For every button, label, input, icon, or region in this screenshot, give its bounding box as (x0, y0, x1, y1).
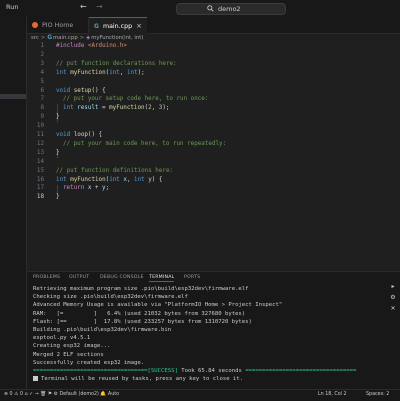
activity-bar (0, 17, 27, 389)
line-number: 8 (40, 105, 44, 112)
success-duration: Took 65.84 seconds (177, 367, 246, 374)
code-line: 2 (27, 51, 400, 60)
code-line: 6 void setup() { (27, 87, 400, 96)
line-number: 18 (36, 194, 44, 201)
terminal-line: Successfully created esp32 image. (33, 359, 145, 366)
terminal-line: RAM: [= ] 6.4% (used 21032 bytes from 32… (33, 310, 246, 317)
tab-label: main.cpp (102, 22, 133, 30)
close-icon[interactable]: × (136, 22, 142, 30)
line-number: 14 (36, 158, 44, 165)
line-number: 11 (36, 132, 44, 138)
code-editor[interactable]: 1 #include <Arduino.h> 2 3// put function… (27, 42, 400, 270)
success-tag: [SUCCESS] (147, 367, 178, 374)
code-line: 1 #include <Arduino.h> (27, 42, 400, 51)
code-line: 13} (27, 149, 400, 158)
terminal-line: Building .pio\build\esp32dev\firmware.bi… (33, 326, 172, 333)
square-icon (33, 376, 38, 382)
cpp-file-icon: G (47, 34, 53, 41)
cpp-file-icon: G (94, 22, 99, 30)
code-line: 16 int myFunction(int x, int y) { (27, 176, 400, 185)
bottom-panel: PROBLEMS OUTPUT DEBUG CONSOLE TERMINAL P… (27, 271, 400, 390)
terminal-line: Checking size .pio\build\esp32dev\firmwa… (33, 294, 188, 301)
search-icon (207, 5, 214, 12)
window-title: demo2 (218, 5, 241, 13)
command-center[interactable]: demo2 (176, 3, 286, 15)
line-number: 2 (40, 51, 44, 58)
code-line-current: 18} (27, 193, 400, 202)
terminal-line: Advanced Memory Usage is available via "… (33, 302, 283, 309)
status-left-items[interactable]: ⊗ 0 ⚠ 0 ⌂ ✓ → 🗑 ⚑ ⚙ Default (demo2) 🔔 Au… (4, 392, 119, 397)
terminal-line: esptool.py v4.5.1 (33, 335, 91, 342)
code-line: 3// put function declarations here: (27, 60, 400, 69)
breadcrumb: src > Gmain.cpp > ◈myFunction(int, int) (31, 33, 143, 42)
line-number: 13 (36, 149, 44, 156)
line-number: 17 (36, 185, 44, 192)
code-line: 5 (27, 78, 400, 87)
line-number: 1 (40, 43, 44, 49)
tab-label: PIO Home (42, 21, 74, 29)
terminal-line: Creating esp32 image... (33, 343, 111, 350)
tab-debug-console[interactable]: DEBUG CONSOLE (100, 275, 144, 280)
arrow-left-icon[interactable]: ← (80, 2, 87, 12)
panel-tabs: PROBLEMS OUTPUT DEBUG CONSOLE TERMINAL P… (27, 272, 400, 282)
status-cursor-position[interactable]: Ln 18, Col 2 (318, 392, 347, 397)
line-number: 3 (40, 60, 44, 67)
code-line: 14 (27, 158, 400, 167)
terminal-line: Retrieving maximum program size .pio\bui… (33, 286, 249, 292)
line-number: 9 (40, 114, 44, 121)
tab-main-cpp[interactable]: G main.cpp × (89, 17, 147, 34)
code-line: 10 (27, 122, 400, 131)
tab-terminal[interactable]: TERMINAL (149, 275, 175, 282)
line-number: 6 (40, 87, 44, 94)
status-bar: ⊗ 0 ⚠ 0 ⌂ ✓ → 🗑 ⚑ ⚙ Default (demo2) 🔔 Au… (0, 389, 400, 401)
line-number: 10 (36, 123, 44, 130)
arrow-right-icon[interactable]: → (96, 2, 103, 12)
code-line: 17 return x + y; (27, 184, 400, 193)
editor-tabs: PIO Home G main.cpp × (27, 17, 400, 34)
line-number: 12 (36, 140, 44, 147)
code-line: 11 void loop() { (27, 131, 400, 140)
code-line: 15// put function definitions here: (27, 167, 400, 176)
code-line: 4 int myFunction(int, int); (27, 69, 400, 78)
terminal-line: Flash: [== ] 17.8% (used 233257 bytes fr… (33, 318, 252, 325)
tab-output[interactable]: OUTPUT (69, 275, 89, 280)
line-number: 16 (36, 176, 44, 183)
code-line: 8 int result = myFunction(2, 3); (27, 104, 400, 113)
tab-ports[interactable]: PORTS (184, 275, 200, 280)
success-line: ==================================[SUCCE… (33, 367, 357, 374)
line-number: 4 (40, 69, 44, 76)
platformio-icon (32, 22, 38, 28)
code-line: 7// put your setup code here, to run onc… (27, 95, 400, 104)
line-number: 5 (40, 78, 44, 85)
tab-problems[interactable]: PROBLEMS (33, 275, 60, 280)
reuse-line: Terminal will be reused by tasks, press … (33, 375, 393, 383)
line-number: 15 (36, 167, 44, 174)
status-indentation[interactable]: Spaces: 2 (366, 392, 389, 397)
menu-run[interactable]: Run (6, 3, 18, 11)
line-number: 7 (40, 96, 44, 103)
activity-bar-selection[interactable] (0, 94, 26, 99)
code-line: 12// put your main code here, to run rep… (27, 140, 400, 149)
code-line: 9} (27, 113, 400, 122)
terminal-output[interactable]: Retrieving maximum program size .pio\bui… (33, 285, 393, 383)
terminal-line: Merged 2 ELF sections (33, 351, 104, 358)
tab-pio-home[interactable]: PIO Home (27, 17, 89, 33)
title-bar: Run ← → demo2 (0, 0, 400, 18)
